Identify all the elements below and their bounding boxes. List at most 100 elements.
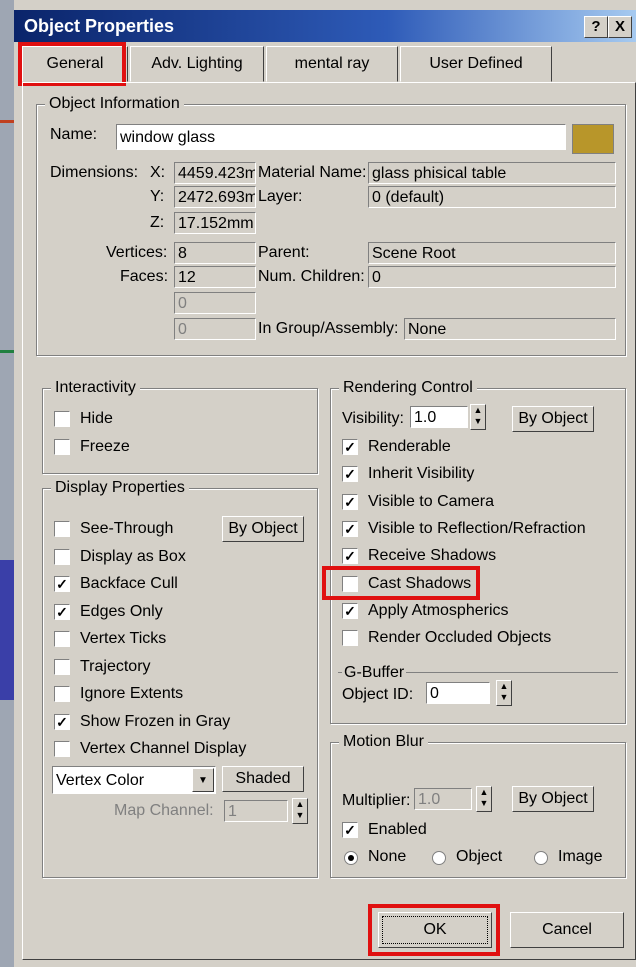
- z-dimension-value: 17.152mm: [174, 212, 256, 234]
- parent-label: Parent:: [258, 244, 310, 261]
- group-title: Rendering Control: [339, 378, 477, 398]
- map-channel-spinner[interactable]: ▲ ▼: [292, 798, 308, 824]
- render-occluded-objects-checkbox[interactable]: [342, 630, 358, 647]
- object-id-field[interactable]: 0: [426, 682, 490, 704]
- chevron-down-icon[interactable]: ▼: [192, 768, 214, 792]
- cast-shadows-highlight: [322, 566, 480, 600]
- inherit-visibility-checkbox[interactable]: ✓: [342, 466, 358, 483]
- cancel-button[interactable]: Cancel: [510, 912, 624, 948]
- display-by-object-button[interactable]: By Object: [222, 516, 304, 542]
- map-channel-label: Map Channel:: [114, 802, 214, 819]
- multiplier-field[interactable]: 1.0: [414, 788, 472, 810]
- rendering-by-object-button[interactable]: By Object: [512, 406, 594, 432]
- shaded-button[interactable]: Shaded: [222, 766, 304, 792]
- layer-value: 0 (default): [368, 186, 616, 208]
- dimensions-label: Dimensions:: [50, 164, 139, 181]
- z-label: Z:: [150, 214, 165, 231]
- layer-label: Layer:: [258, 188, 303, 205]
- none-radio[interactable]: [344, 851, 358, 865]
- object-radio[interactable]: [432, 851, 446, 865]
- extra-count-value: 0: [174, 318, 256, 340]
- enabled-checkbox[interactable]: ✓: [342, 822, 358, 838]
- trajectory-checkbox[interactable]: [54, 658, 70, 675]
- receive-shadows-label: Receive Shadows: [368, 547, 497, 565]
- background-viewport-strip: [0, 0, 14, 967]
- renderable-label: Renderable: [368, 438, 451, 455]
- object-id-spinner[interactable]: ▲ ▼: [496, 680, 512, 706]
- x-dimension-value: 4459.423m: [174, 162, 256, 184]
- num-children-label: Num. Children:: [258, 268, 365, 285]
- parent-value: Scene Root: [368, 242, 616, 264]
- name-field[interactable]: window glass: [116, 124, 566, 150]
- visible-to-reflection-refraction-checkbox[interactable]: ✓: [342, 520, 358, 537]
- freeze-checkbox[interactable]: [54, 439, 70, 455]
- vertex-color-value: Vertex Color: [56, 772, 145, 789]
- object-id-label: Object ID:: [342, 686, 414, 703]
- backface-cull-checkbox[interactable]: ✓: [54, 576, 70, 592]
- extra-count-value: 0: [174, 292, 256, 314]
- object-color-swatch[interactable]: [572, 124, 614, 154]
- group-title: Display Properties: [51, 478, 189, 498]
- vertex-channel-display-checkbox[interactable]: [54, 741, 70, 757]
- vertices-value: 8: [174, 242, 256, 264]
- ignore-extents-checkbox[interactable]: [54, 686, 70, 702]
- inherit-visibility-label: Inherit Visibility: [368, 465, 475, 483]
- hide-checkbox[interactable]: [54, 411, 70, 427]
- see-through-label: See-Through: [80, 520, 174, 537]
- receive-shadows-checkbox[interactable]: ✓: [342, 548, 358, 565]
- name-label: Name:: [50, 126, 98, 143]
- visible-to-camera-label: Visible to Camera: [368, 492, 494, 510]
- motion-blur-by-object-button[interactable]: By Object: [512, 786, 594, 812]
- group-title: Object Information: [45, 94, 184, 114]
- backface-cull-label: Backface Cull: [80, 575, 178, 592]
- edges-only-checkbox[interactable]: ✓: [54, 603, 70, 620]
- visibility-spinner[interactable]: ▲ ▼: [470, 404, 486, 430]
- edges-only-label: Edges Only: [80, 602, 163, 620]
- visibility-label: Visibility:: [342, 410, 404, 427]
- vertex-channel-display-label: Vertex Channel Display: [80, 740, 247, 757]
- vertex-ticks-label: Vertex Ticks: [80, 630, 167, 647]
- image-label: Image: [558, 848, 603, 865]
- apply-atmospherics-checkbox[interactable]: ✓: [342, 602, 358, 619]
- group-assembly-value: None: [404, 318, 616, 340]
- trajectory-label: Trajectory: [80, 657, 151, 675]
- tab-mental-ray[interactable]: mental ray: [266, 46, 398, 82]
- gbuffer-label: G-Buffer: [342, 662, 407, 684]
- general-tab-highlight: [18, 42, 126, 86]
- renderable-checkbox[interactable]: ✓: [342, 439, 358, 455]
- show-frozen-in-gray-label: Show Frozen in Gray: [80, 712, 231, 730]
- see-through-checkbox[interactable]: [54, 521, 70, 537]
- enabled-label: Enabled: [368, 821, 427, 838]
- window-title: Object Properties: [24, 16, 175, 36]
- vertex-ticks-checkbox[interactable]: [54, 631, 70, 647]
- num-children-value: 0: [368, 266, 616, 288]
- object-label: Object: [456, 848, 503, 865]
- visible-to-reflection-refraction-label: Visible to Reflection/Refraction: [368, 519, 586, 537]
- ignore-extents-label: Ignore Extents: [80, 685, 184, 702]
- material-name-value: glass phisical table: [368, 162, 616, 184]
- render-occluded-objects-label: Render Occluded Objects: [368, 629, 552, 647]
- ok-button-highlight: [368, 904, 500, 956]
- display-as-box-checkbox[interactable]: [54, 548, 70, 565]
- show-frozen-in-gray-checkbox[interactable]: ✓: [54, 713, 70, 730]
- visibility-field[interactable]: 1.0: [410, 406, 468, 428]
- group-title: Interactivity: [51, 378, 140, 398]
- visible-to-camera-checkbox[interactable]: ✓: [342, 493, 358, 510]
- y-label: Y:: [150, 188, 165, 205]
- freeze-label: Freeze: [80, 438, 130, 455]
- x-label: X:: [150, 164, 166, 181]
- help-button[interactable]: ?: [584, 16, 608, 38]
- image-radio[interactable]: [534, 851, 548, 865]
- tab-user-defined[interactable]: User Defined: [400, 46, 552, 82]
- multiplier-spinner[interactable]: ▲ ▼: [476, 786, 492, 812]
- apply-atmospherics-label: Apply Atmospherics: [368, 601, 509, 619]
- interactivity-group: Interactivity: [42, 378, 318, 474]
- vertices-label: Vertices:: [106, 244, 168, 261]
- tab-adv-lighting[interactable]: Adv. Lighting: [130, 46, 264, 82]
- map-channel-field[interactable]: 1: [224, 800, 288, 822]
- faces-label: Faces:: [120, 268, 169, 285]
- title-bar: Object Properties ? X: [14, 10, 636, 42]
- group-assembly-label: In Group/Assembly:: [258, 320, 399, 337]
- close-button[interactable]: X: [608, 16, 632, 38]
- y-dimension-value: 2472.693m: [174, 186, 256, 208]
